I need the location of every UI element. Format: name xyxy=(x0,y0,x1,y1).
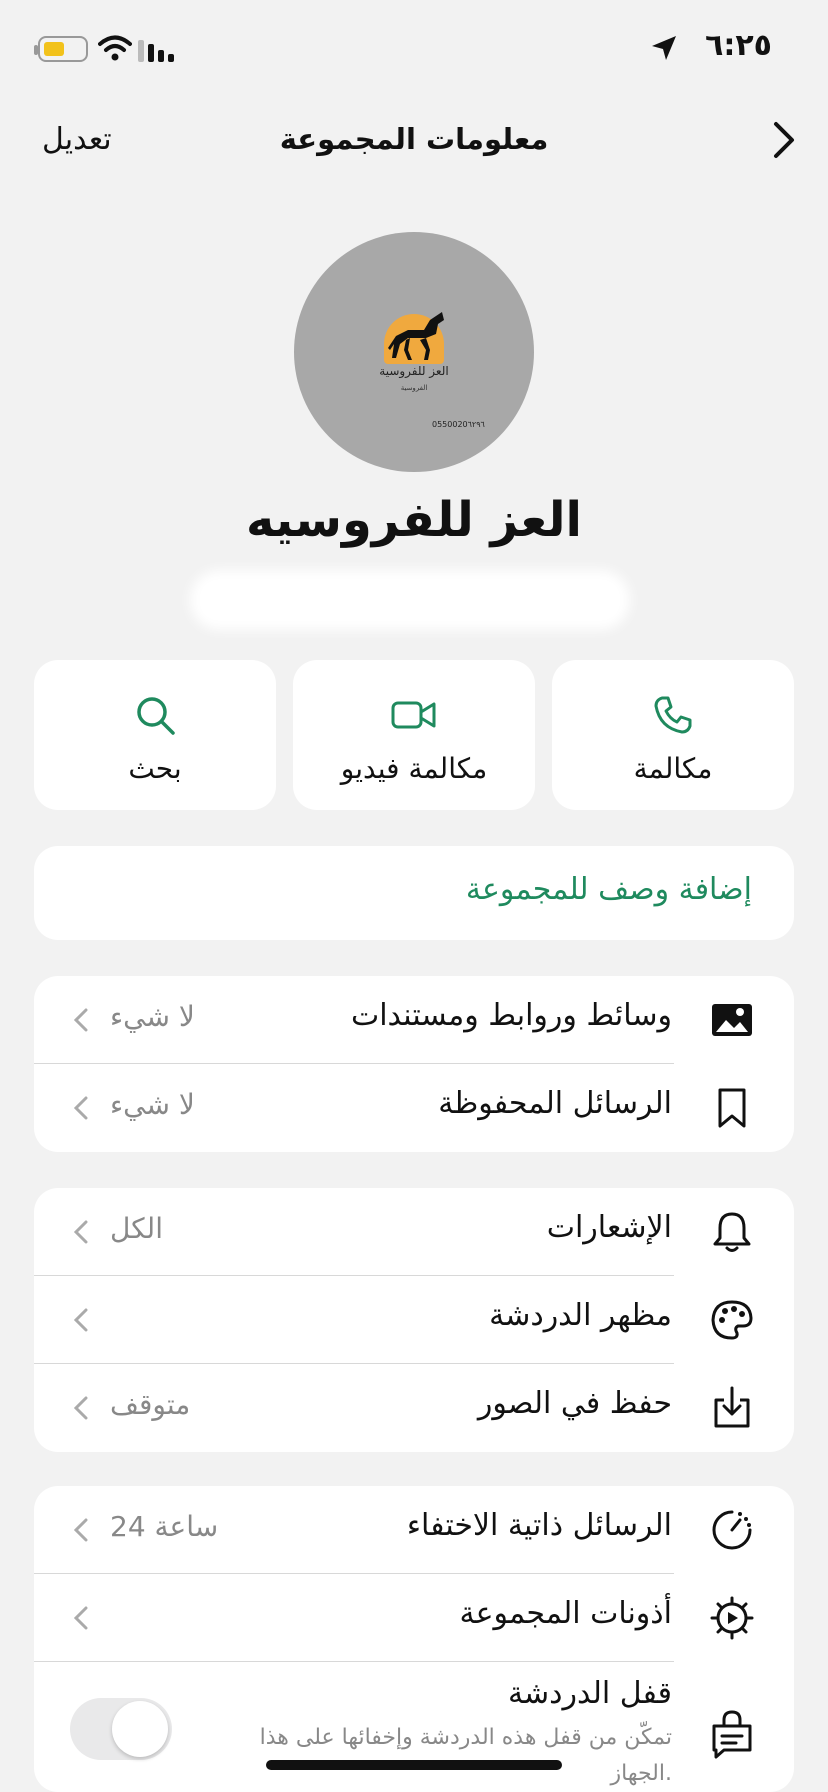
add-description-link[interactable]: إضافة وصف للمجموعة xyxy=(466,872,752,907)
privacy-section: الرسائل ذاتية الاختفاء 24 ساعة أذونات ال… xyxy=(34,1486,794,1792)
media-section: وسائط وروابط ومستندات لا شيء الرسائل الم… xyxy=(34,976,794,1152)
video-call-button[interactable]: مكالمة فيديو xyxy=(293,660,535,810)
row-label: الرسائل ذاتية الاختفاء xyxy=(406,1508,672,1543)
nav-bar: معلومات المجموعة تعديل xyxy=(0,110,828,170)
status-time: ٦:٢٥ xyxy=(705,28,772,63)
logo-subtext: الفروسية xyxy=(400,384,428,392)
page-title: معلومات المجموعة xyxy=(279,122,549,156)
row-label: وسائط وروابط ومستندات xyxy=(350,998,672,1033)
edit-button[interactable]: تعديل xyxy=(42,122,112,157)
chat-lock-toggle[interactable] xyxy=(70,1698,172,1760)
add-description-card[interactable]: إضافة وصف للمجموعة xyxy=(34,846,794,940)
row-value: الكل xyxy=(110,1212,163,1245)
row-value: متوقف xyxy=(110,1388,191,1421)
chevron-left-icon xyxy=(74,1220,88,1244)
media-links-docs-row[interactable]: وسائط وروابط ومستندات لا شيء xyxy=(34,976,794,1064)
cellular-signal-icon xyxy=(138,40,174,62)
chevron-left-icon xyxy=(74,1308,88,1332)
settings-section: الإشعارات الكل مظهر الدردشة حفظ في الصور… xyxy=(34,1188,794,1452)
status-bar: ٦:٢٥ xyxy=(0,0,828,100)
chevron-left-icon xyxy=(74,1606,88,1630)
chevron-left-icon xyxy=(74,1096,88,1120)
palette-icon xyxy=(711,1300,753,1340)
bell-icon xyxy=(713,1212,751,1252)
location-arrow-icon xyxy=(652,36,676,60)
group-permissions-row[interactable]: أذونات المجموعة xyxy=(34,1574,794,1662)
row-divider xyxy=(34,1661,674,1662)
disappearing-messages-row[interactable]: الرسائل ذاتية الاختفاء 24 ساعة xyxy=(34,1486,794,1574)
gear-icon xyxy=(710,1596,754,1640)
phone-icon xyxy=(654,696,692,734)
chevron-left-icon xyxy=(74,1396,88,1420)
group-name: العز للفروسيه xyxy=(246,492,582,548)
video-call-label: مكالمة فيديو xyxy=(340,752,488,785)
toggle-knob xyxy=(112,1701,168,1757)
logo-phone: 0550020٦٢٩٦ xyxy=(432,420,485,429)
blurred-subtitle xyxy=(190,570,630,630)
row-label: الرسائل المحفوظة xyxy=(438,1086,672,1121)
search-icon xyxy=(137,697,175,735)
row-label: مظهر الدردشة xyxy=(489,1298,672,1333)
row-label: حفظ في الصور xyxy=(477,1386,672,1421)
chevron-left-icon xyxy=(74,1008,88,1032)
video-icon xyxy=(391,701,436,729)
search-button[interactable]: بحث xyxy=(34,660,276,810)
save-to-photos-row[interactable]: حفظ في الصور متوقف xyxy=(34,1364,794,1452)
wifi-icon xyxy=(98,35,132,61)
battery-icon xyxy=(34,36,88,62)
chat-lock-description: تمكّن من قفل هذه الدردشة وإخفائها على هذ… xyxy=(259,1725,672,1786)
row-value: لا شيء xyxy=(110,1000,195,1033)
chat-theme-row[interactable]: مظهر الدردشة xyxy=(34,1276,794,1364)
chevron-left-icon xyxy=(74,1518,88,1542)
bookmark-icon xyxy=(718,1088,746,1128)
call-label: مكالمة xyxy=(633,752,713,785)
saved-messages-row[interactable]: الرسائل المحفوظة لا شيء xyxy=(34,1064,794,1152)
row-value: لا شيء xyxy=(110,1088,195,1121)
row-value: 24 ساعة xyxy=(110,1510,219,1543)
notifications-row[interactable]: الإشعارات الكل xyxy=(34,1188,794,1276)
group-avatar[interactable]: العز للفروسية الفروسية 0550020٦٢٩٦ xyxy=(294,232,534,472)
download-icon xyxy=(714,1386,750,1428)
row-label: أذونات المجموعة xyxy=(459,1596,672,1631)
row-label: الإشعارات xyxy=(546,1210,672,1245)
search-label: بحث xyxy=(128,752,182,785)
horse-icon xyxy=(388,312,444,360)
timer-icon xyxy=(712,1510,752,1550)
lock-chat-icon xyxy=(712,1710,752,1759)
photo-icon xyxy=(712,1004,752,1036)
call-button[interactable]: مكالمة xyxy=(552,660,794,810)
chat-lock-label: قفل الدردشة xyxy=(507,1676,672,1711)
home-indicator xyxy=(266,1760,562,1770)
logo-text: العز للفروسية xyxy=(379,364,449,378)
